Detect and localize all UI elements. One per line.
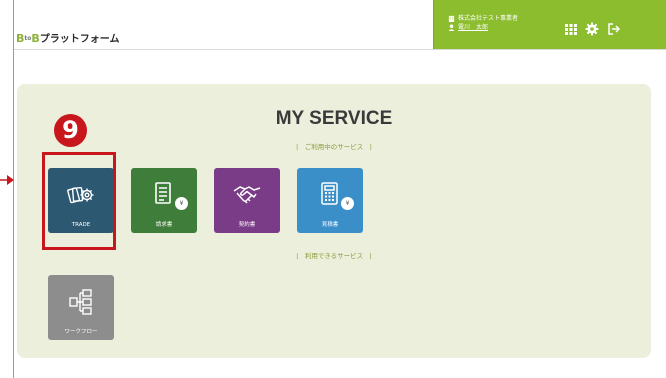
service-label-contract: 契約書: [238, 222, 256, 228]
service-label-estimate: 見積書: [321, 222, 339, 228]
handshake-icon: [233, 186, 261, 204]
header-user-bar: 株式会社テスト事業者 電川 太郎: [433, 0, 666, 49]
page-left-border: [13, 0, 14, 378]
service-tile-estimate[interactable]: ¥ 見積書: [297, 168, 363, 233]
workflow-hierarchy-icon: [69, 289, 92, 315]
pointer-arrow-icon: [0, 175, 14, 185]
user-info: 株式会社テスト事業者 電川 太郎: [448, 14, 518, 32]
user-name-link[interactable]: 電川 太郎: [458, 23, 488, 32]
service-label-workflow: ワークフロー: [64, 329, 98, 335]
service-tile-workflow[interactable]: ワークフロー: [48, 275, 114, 340]
yen-badge-icon: ¥: [341, 197, 354, 210]
service-tile-contract[interactable]: 契約書: [214, 168, 280, 233]
user-icon: [448, 24, 455, 31]
platform-logo[interactable]: BtoBプラットフォーム: [16, 30, 119, 45]
company-name: 株式会社テスト事業者: [458, 15, 519, 22]
app-header: BtoBプラットフォーム 株式会社テスト事業者 電川 太郎: [14, 0, 666, 50]
logo-text: プラットフォーム: [39, 34, 120, 45]
annotation-highlight-box: [42, 152, 116, 250]
yen-badge-icon: ¥: [175, 197, 188, 210]
user-row: 電川 太郎: [448, 23, 518, 32]
service-label-invoice: 請求書: [155, 222, 173, 228]
available-services-label: | 利用できるサービス |: [296, 252, 372, 260]
in-use-services-label: | ご利用中のサービス |: [296, 143, 372, 151]
logo-letter-b-2: B: [31, 32, 40, 45]
step-number-badge: 9: [54, 114, 87, 147]
service-tile-invoice[interactable]: ¥ 請求書: [131, 168, 197, 233]
building-icon: [448, 15, 455, 22]
settings-gear-icon[interactable]: [585, 22, 599, 36]
company-row: 株式会社テスト事業者: [448, 14, 518, 23]
apps-grid-icon[interactable]: [564, 22, 578, 36]
logout-icon[interactable]: [607, 22, 621, 36]
page-title: MY SERVICE: [275, 108, 393, 129]
